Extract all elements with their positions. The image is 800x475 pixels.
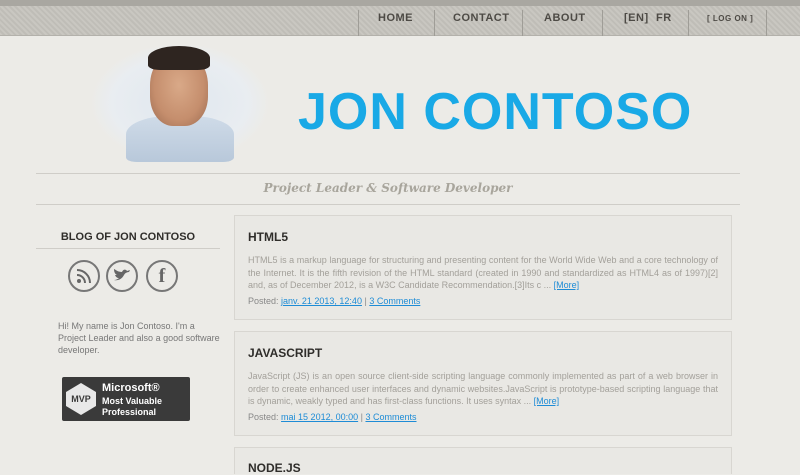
login-link[interactable]: [ LOG ON ] [707, 14, 753, 23]
post-meta: Posted: mai 15 2012, 00:00 | 3 Comments [248, 412, 417, 422]
blog-post: JAVASCRIPT JavaScript (JS) is an open so… [234, 331, 732, 436]
mvp-microsoft-text: Microsoft® [102, 382, 160, 394]
mvp-most-valuable-text: Most Valuable [102, 396, 163, 406]
sidebar-title: BLOG OF JON CONTOSO [60, 231, 196, 243]
mvp-professional-text: Professional [102, 407, 157, 417]
post-meta: Posted: janv. 21 2013, 12:40 | 3 Comment… [248, 296, 420, 306]
meta-separator: | [360, 412, 363, 422]
post-title[interactable]: JAVASCRIPT [248, 346, 322, 360]
posted-label: Posted: [248, 296, 279, 306]
nav-about-link[interactable]: ABOUT [544, 12, 586, 24]
facebook-glyph: f [158, 264, 166, 287]
nav-divider [358, 10, 359, 36]
site-title[interactable]: JON CONTOSO [298, 82, 692, 142]
comments-link[interactable]: 3 Comments [365, 412, 416, 422]
blog-post: NODE.JS [234, 447, 732, 475]
nav-divider [688, 10, 689, 36]
mvp-badge[interactable]: MVP Microsoft® Most Valuable Professiona… [62, 377, 190, 421]
read-more-link[interactable]: [More] [534, 396, 560, 406]
nav-divider [602, 10, 603, 36]
site-tagline: Project Leader & Software Developer [263, 181, 513, 195]
post-title[interactable]: NODE.JS [248, 461, 301, 475]
nav-divider [522, 10, 523, 36]
nav-divider [434, 10, 435, 36]
twitter-glyph [114, 269, 130, 281]
lang-en-link[interactable]: [EN] [624, 12, 649, 24]
top-strip [0, 0, 800, 6]
mvp-logo: MVP [66, 383, 96, 415]
facebook-icon[interactable]: f [146, 260, 178, 292]
post-title[interactable]: HTML5 [248, 230, 288, 244]
header-divider-top [36, 173, 740, 174]
meta-separator: | [364, 296, 367, 306]
post-excerpt: JavaScript (JS) is an open source client… [248, 370, 718, 408]
blog-post: HTML5 HTML5 is a markup language for str… [234, 215, 732, 320]
post-excerpt: HTML5 is a markup language for structuri… [248, 254, 718, 292]
photo-hair [148, 46, 210, 70]
read-more-link[interactable]: [More] [554, 280, 580, 290]
post-excerpt-text: HTML5 is a markup language for structuri… [248, 255, 718, 290]
sidebar-title-divider [36, 248, 220, 249]
rss-icon[interactable] [68, 260, 100, 292]
lang-fr-link[interactable]: FR [656, 12, 672, 24]
main-nav: HOME CONTACT ABOUT [EN] FR [ LOG ON ] [0, 10, 800, 36]
nav-contact-link[interactable]: CONTACT [453, 12, 509, 24]
post-excerpt-text: JavaScript (JS) is an open source client… [248, 371, 718, 406]
nav-home-link[interactable]: HOME [378, 12, 413, 24]
nav-divider [766, 10, 767, 36]
post-date-link[interactable]: janv. 21 2013, 12:40 [281, 296, 362, 306]
posted-label: Posted: [248, 412, 279, 422]
top-nav-bar: HOME CONTACT ABOUT [EN] FR [ LOG ON ] [0, 0, 800, 36]
rss-glyph [76, 269, 91, 284]
post-date-link[interactable]: mai 15 2012, 00:00 [281, 412, 358, 422]
author-bio: Hi! My name is Jon Contoso. I'm a Projec… [58, 321, 220, 355]
profile-photo [92, 44, 268, 162]
twitter-icon[interactable] [106, 260, 138, 292]
comments-link[interactable]: 3 Comments [369, 296, 420, 306]
header-divider-bottom [36, 204, 740, 205]
